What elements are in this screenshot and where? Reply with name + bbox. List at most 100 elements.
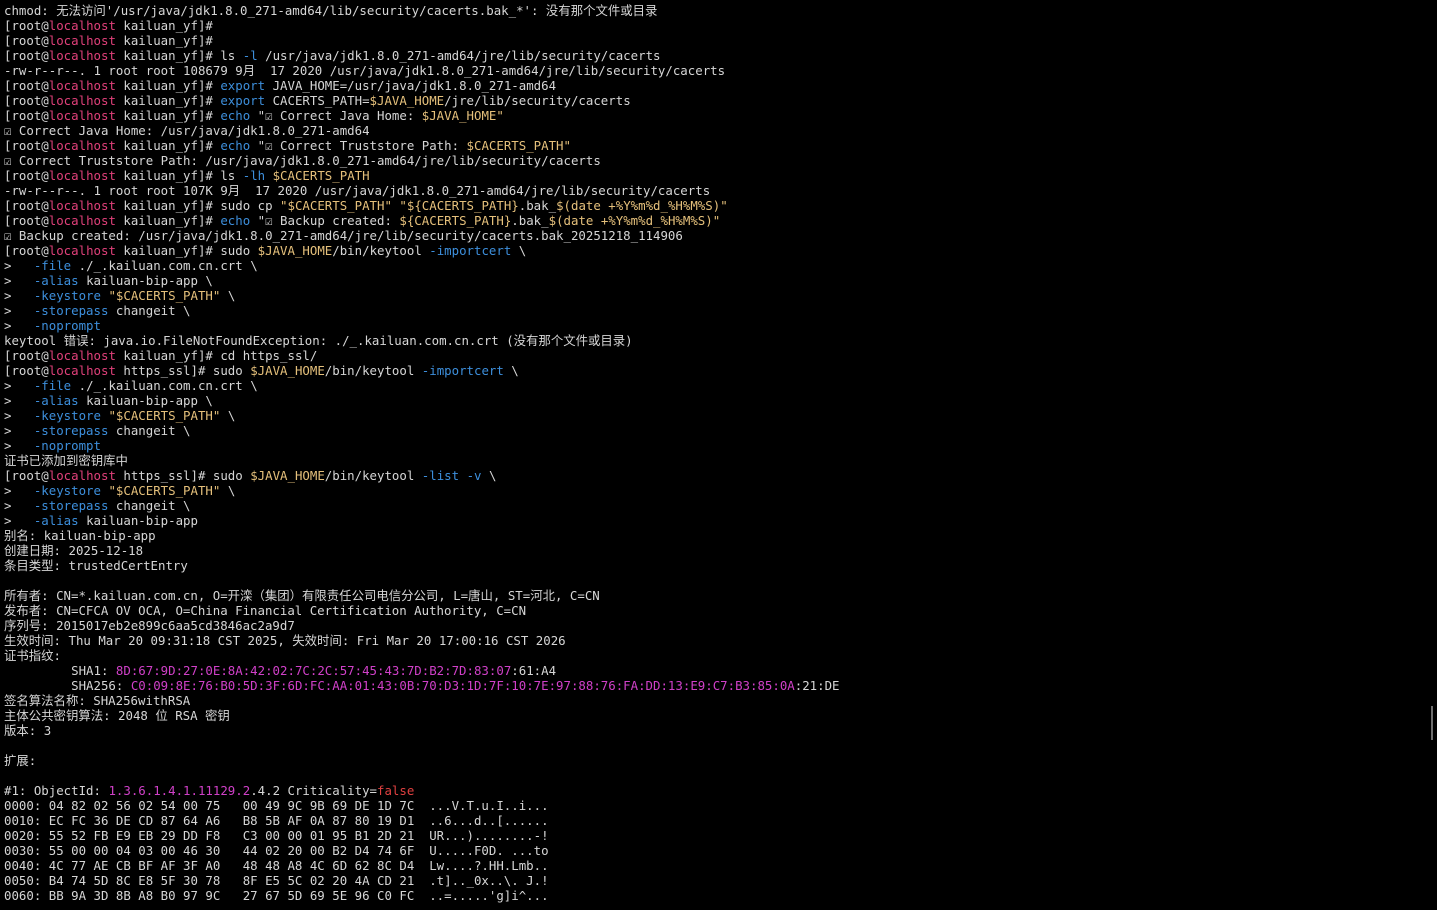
terminal-line: > -noprompt <box>4 438 1416 453</box>
terminal-text: /usr/java/jdk1.8.0_271-amd64/jre/lib/sec… <box>257 48 661 63</box>
terminal-text: > <box>4 393 34 408</box>
terminal-text: -noprompt <box>33 318 101 333</box>
terminal-text: [root@ <box>4 363 49 378</box>
terminal-text: ${CACERTS_PATH} <box>399 213 512 228</box>
vertical-scrollbar[interactable] <box>1420 0 1437 910</box>
terminal-line: > -storepass changeit \ <box>4 423 1416 438</box>
terminal-text: ./_.kailuan.com.cn.crt \ <box>71 378 258 393</box>
terminal-text: [root@ <box>4 33 49 48</box>
terminal-text: echo <box>220 213 251 228</box>
terminal-text: -file <box>33 378 72 393</box>
terminal-text: :21:DE <box>794 678 840 693</box>
terminal-text: [root@ <box>4 168 49 183</box>
terminal-text: 主体公共密钥算法: 2048 位 RSA 密钥 <box>4 708 230 723</box>
terminal-text: echo <box>220 138 251 153</box>
terminal-text: kailuan_yf]# <box>115 33 213 48</box>
terminal-text: \ <box>481 468 497 483</box>
terminal-line: [root@localhost kailuan_yf]# cd https_ss… <box>4 348 1416 363</box>
terminal-line: 发布者: CN=CFCA OV OCA, O=China Financial C… <box>4 603 1416 618</box>
terminal-text: kailuan_yf]# <box>115 78 221 93</box>
scrollbar-thumb[interactable] <box>1431 706 1433 740</box>
terminal-text: 0010: EC FC 36 DE CD 87 64 A6 B8 5B AF 0… <box>4 813 549 828</box>
terminal-text: SHA256: <box>4 678 131 693</box>
terminal-text: localhost <box>48 33 116 48</box>
terminal-text: $JAVA_HOME <box>369 93 445 108</box>
terminal-text: -storepass <box>33 303 109 318</box>
terminal-text: -rw-r--r--. 1 root root 108679 9月 17 202… <box>4 63 726 78</box>
terminal-text: /bin/keytool <box>324 363 422 378</box>
terminal-line: 扩展: <box>4 753 1416 768</box>
terminal-text: [root@ <box>4 93 49 108</box>
terminal-line: [root@localhost kailuan_yf]# echo "☑ Cor… <box>4 108 1416 123</box>
terminal-text: kailuan-bip-app \ <box>78 393 213 408</box>
terminal-text: -file <box>33 258 72 273</box>
terminal-text: -alias <box>33 273 79 288</box>
terminal-text: ☑ Backup created: /usr/java/jdk1.8.0_271… <box>4 228 683 243</box>
terminal-line: > -file ./_.kailuan.com.cn.crt \ <box>4 378 1416 393</box>
terminal-text: localhost <box>48 363 116 378</box>
terminal-text: /jre/lib/security/cacerts <box>444 93 631 108</box>
terminal-text: > <box>4 273 34 288</box>
terminal-text: 8D:67:9D:27:0E:8A:42:02:7C:2C:57:45:43:7… <box>115 663 512 678</box>
terminal-line: [root@localhost https_ssl]# sudo $JAVA_H… <box>4 468 1416 483</box>
terminal-text: [root@ <box>4 198 49 213</box>
terminal-line: [root@localhost kailuan_yf]# <box>4 33 1416 48</box>
terminal-line: > -keystore "$CACERTS_PATH" \ <box>4 408 1416 423</box>
terminal-text: kailuan_yf]# <box>115 93 221 108</box>
terminal-line: > -file ./_.kailuan.com.cn.crt \ <box>4 258 1416 273</box>
terminal-line: [root@localhost kailuan_yf]# export JAVA… <box>4 78 1416 93</box>
terminal-text: \ <box>511 243 527 258</box>
terminal-text: kailuan_yf]# cd https_ssl/ <box>115 348 318 363</box>
terminal-text: -lh <box>242 168 266 183</box>
terminal-text: -l <box>242 48 258 63</box>
terminal-text: echo <box>220 108 251 123</box>
terminal-text: kailuan_yf]# ls <box>115 168 243 183</box>
terminal-text: "☑ Correct Truststore Path: <box>250 138 467 153</box>
terminal-text: [root@ <box>4 243 49 258</box>
terminal-text: \ <box>220 483 236 498</box>
terminal-line: ☑ Correct Truststore Path: /usr/java/jdk… <box>4 153 1416 168</box>
terminal-text: "${CACERTS_PATH} <box>399 198 519 213</box>
terminal-text: localhost <box>48 348 116 363</box>
terminal-text: 0040: 4C 77 AE CB BF AF 3F A0 48 48 A8 4… <box>4 858 549 873</box>
terminal-text: export <box>220 93 266 108</box>
terminal-text: localhost <box>48 93 116 108</box>
terminal-text: JAVA_HOME=/usr/java/jdk1.8.0_271-amd64 <box>265 78 557 93</box>
terminal-text: -storepass <box>33 423 109 438</box>
terminal-text: [root@ <box>4 348 49 363</box>
terminal-text: localhost <box>48 108 116 123</box>
terminal-text: "☑ Correct Java Home: <box>250 108 422 123</box>
terminal-text: \ <box>220 288 236 303</box>
terminal-output[interactable]: chmod: 无法访问'/usr/java/jdk1.8.0_271-amd64… <box>4 3 1416 910</box>
terminal-line: 别名: kailuan-bip-app <box>4 528 1416 543</box>
terminal-text: kailuan_yf]# sudo cp <box>115 198 281 213</box>
terminal-text: > <box>4 513 34 528</box>
terminal-line: [root@localhost https_ssl]# sudo $JAVA_H… <box>4 363 1416 378</box>
terminal-line: chmod: 无法访问'/usr/java/jdk1.8.0_271-amd64… <box>4 3 1416 18</box>
terminal-text: -keystore <box>33 483 101 498</box>
terminal-line: -rw-r--r--. 1 root root 108679 9月 17 202… <box>4 63 1416 78</box>
terminal-text: > <box>4 483 34 498</box>
terminal-text: 证书已添加到密钥库中 <box>4 453 128 468</box>
terminal-line: 签名算法名称: SHA256withRSA <box>4 693 1416 708</box>
terminal-text: 签名算法名称: SHA256withRSA <box>4 693 191 708</box>
terminal-text: keytool 错误: java.io.FileNotFoundExceptio… <box>4 333 633 348</box>
terminal-line: SHA1: 8D:67:9D:27:0E:8A:42:02:7C:2C:57:4… <box>4 663 1416 678</box>
terminal-text: -importcert <box>421 363 504 378</box>
terminal-text: 证书指纹: <box>4 648 62 663</box>
terminal-text: changeit \ <box>108 423 191 438</box>
terminal-text: -storepass <box>33 498 109 513</box>
terminal-line: > -alias kailuan-bip-app \ <box>4 393 1416 408</box>
terminal-text: \ <box>503 363 519 378</box>
terminal-text: [root@ <box>4 48 49 63</box>
terminal-line: 证书已添加到密钥库中 <box>4 453 1416 468</box>
terminal-line: 创建日期: 2025-12-18 <box>4 543 1416 558</box>
terminal-text: -importcert <box>429 243 512 258</box>
terminal-line: [root@localhost kailuan_yf]# <box>4 18 1416 33</box>
terminal-line: > -alias kailuan-bip-app <box>4 513 1416 528</box>
terminal-text: -list <box>421 468 460 483</box>
terminal-text: CACERTS_PATH= <box>265 93 370 108</box>
